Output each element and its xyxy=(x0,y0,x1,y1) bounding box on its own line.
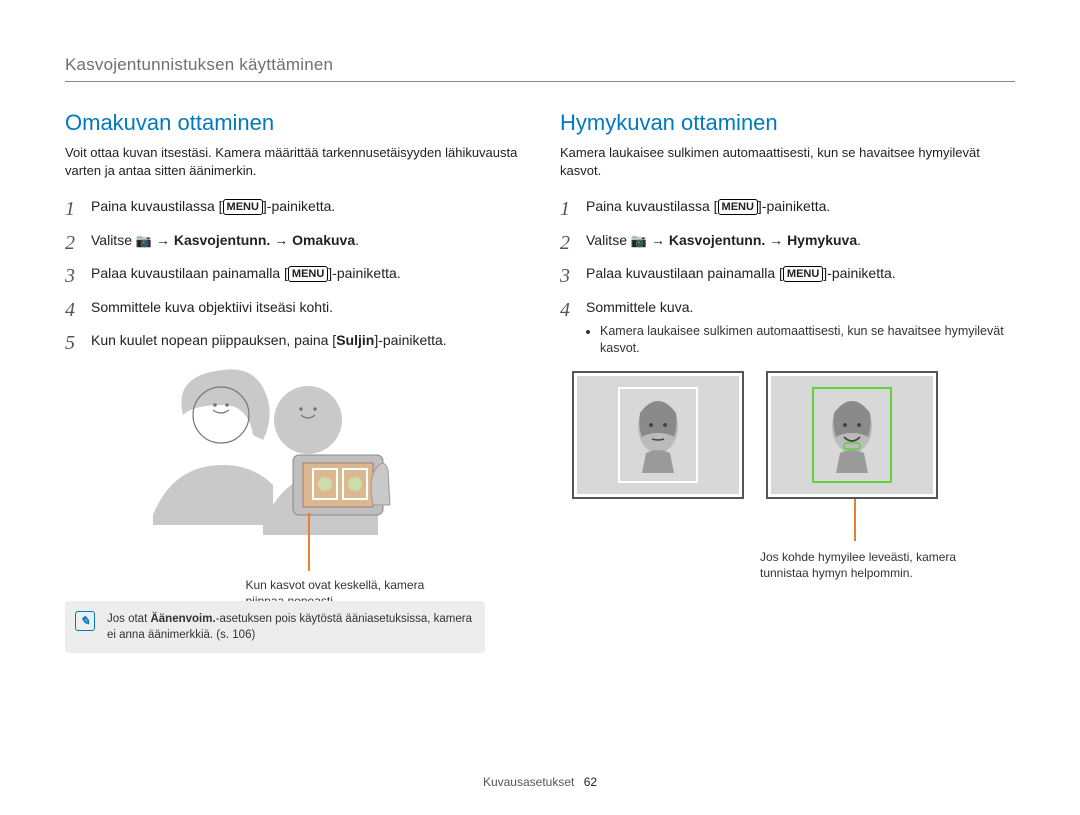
face-neutral-icon xyxy=(628,395,688,475)
step-text: Palaa kuvaustilaan painamalla [ xyxy=(91,265,288,281)
left-step-4: Sommittele kuva objektiivi itseäsi kohti… xyxy=(65,298,520,318)
step-text: ]-painiketta. xyxy=(374,332,446,348)
step-text: Valitse xyxy=(586,232,631,248)
right-intro: Kamera laukaisee sulkimen automaattisest… xyxy=(560,144,1015,179)
footer-page-number: 62 xyxy=(584,775,597,789)
step-bold: → Kasvojentunn. → Omakuva xyxy=(152,232,355,248)
menu-label-icon: MENU xyxy=(718,199,758,215)
right-step-1: Paina kuvaustilassa [MENU]-painiketta. xyxy=(560,197,1015,217)
menu-label-icon: MENU xyxy=(783,266,823,282)
detect-box-green xyxy=(812,387,892,483)
detect-frame-smile xyxy=(766,371,938,499)
step-text: ]-painiketta. xyxy=(758,198,830,214)
left-step-3: Palaa kuvaustilaan painamalla [MENU]-pai… xyxy=(65,264,520,284)
step-text: Valitse xyxy=(91,232,136,248)
right-callout: Jos kohde hymyilee leveästi, kamera tunn… xyxy=(760,549,980,581)
face-smile-icon xyxy=(822,395,882,475)
step-text: ]-painiketta. xyxy=(823,265,895,281)
note-icon: ✎ xyxy=(75,611,95,631)
selfie-illustration xyxy=(143,365,443,535)
step-bold: Suljin xyxy=(336,332,374,348)
note-text: Jos otat xyxy=(107,613,150,625)
note-bold: Äänenvoim. xyxy=(150,613,215,625)
left-step-1: Paina kuvaustilassa [MENU]-painiketta. xyxy=(65,197,520,217)
left-column: Omakuvan ottaminen Voit ottaa kuvan itse… xyxy=(65,110,520,653)
footer-section: Kuvausasetukset xyxy=(483,775,574,789)
step-text: Paina kuvaustilassa [ xyxy=(91,198,223,214)
right-column: Hymykuvan ottaminen Kamera laukaisee sul… xyxy=(560,110,1015,653)
step-text: Paina kuvaustilassa [ xyxy=(586,198,718,214)
callout-line xyxy=(308,513,310,571)
right-section-title: Hymykuvan ottaminen xyxy=(560,110,1015,136)
page-footer: Kuvausasetukset 62 xyxy=(0,775,1080,789)
right-step-4: Sommittele kuva. Kamera laukaisee sulkim… xyxy=(560,298,1015,357)
left-step-5: Kun kuulet nopean piippauksen, paina [Su… xyxy=(65,331,520,351)
left-steps: Paina kuvaustilassa [MENU]-painiketta. V… xyxy=(65,197,520,351)
page-header: Kasvojentunnistuksen käyttäminen xyxy=(65,55,1015,82)
step-text: Sommittele kuva objektiivi itseäsi kohti… xyxy=(91,299,333,315)
right-step-3: Palaa kuvaustilaan painamalla [MENU]-pai… xyxy=(560,264,1015,284)
step-text: . xyxy=(857,232,861,248)
step-text: ]-painiketta. xyxy=(328,265,400,281)
left-illustration: Kun kasvot ovat keskellä, kamera piippaa… xyxy=(118,365,468,535)
menu-label-icon: MENU xyxy=(288,266,328,282)
step-text: ]-painiketta. xyxy=(263,198,335,214)
left-section-title: Omakuvan ottaminen xyxy=(65,110,520,136)
step-text: Kun kuulet nopean piippauksen, paina [ xyxy=(91,332,336,348)
detect-frame-neutral xyxy=(572,371,744,499)
detect-box-white xyxy=(618,387,698,483)
note-box: ✎ Jos otat Äänenvoim.-asetuksen pois käy… xyxy=(65,601,485,653)
camera-icon: 📷 xyxy=(631,233,647,248)
right-step-4-sub: Kamera laukaisee sulkimen automaattisest… xyxy=(600,323,1015,357)
camera-icon: 📷 xyxy=(136,233,152,248)
menu-label-icon: MENU xyxy=(223,199,263,215)
step-text: . xyxy=(355,232,359,248)
right-steps: Paina kuvaustilassa [MENU]-painiketta. V… xyxy=(560,197,1015,357)
left-step-2: Valitse 📷 → Kasvojentunn. → Omakuva. xyxy=(65,231,520,251)
right-illustration xyxy=(572,371,1015,499)
left-intro: Voit ottaa kuvan itsestäsi. Kamera määri… xyxy=(65,144,520,179)
right-step-2: Valitse 📷 → Kasvojentunn. → Hymykuva. xyxy=(560,231,1015,251)
step-bold: → Kasvojentunn. → Hymykuva xyxy=(647,232,857,248)
callout-line xyxy=(854,499,856,541)
step-text: Sommittele kuva. xyxy=(586,299,693,315)
step-text: Palaa kuvaustilaan painamalla [ xyxy=(586,265,783,281)
